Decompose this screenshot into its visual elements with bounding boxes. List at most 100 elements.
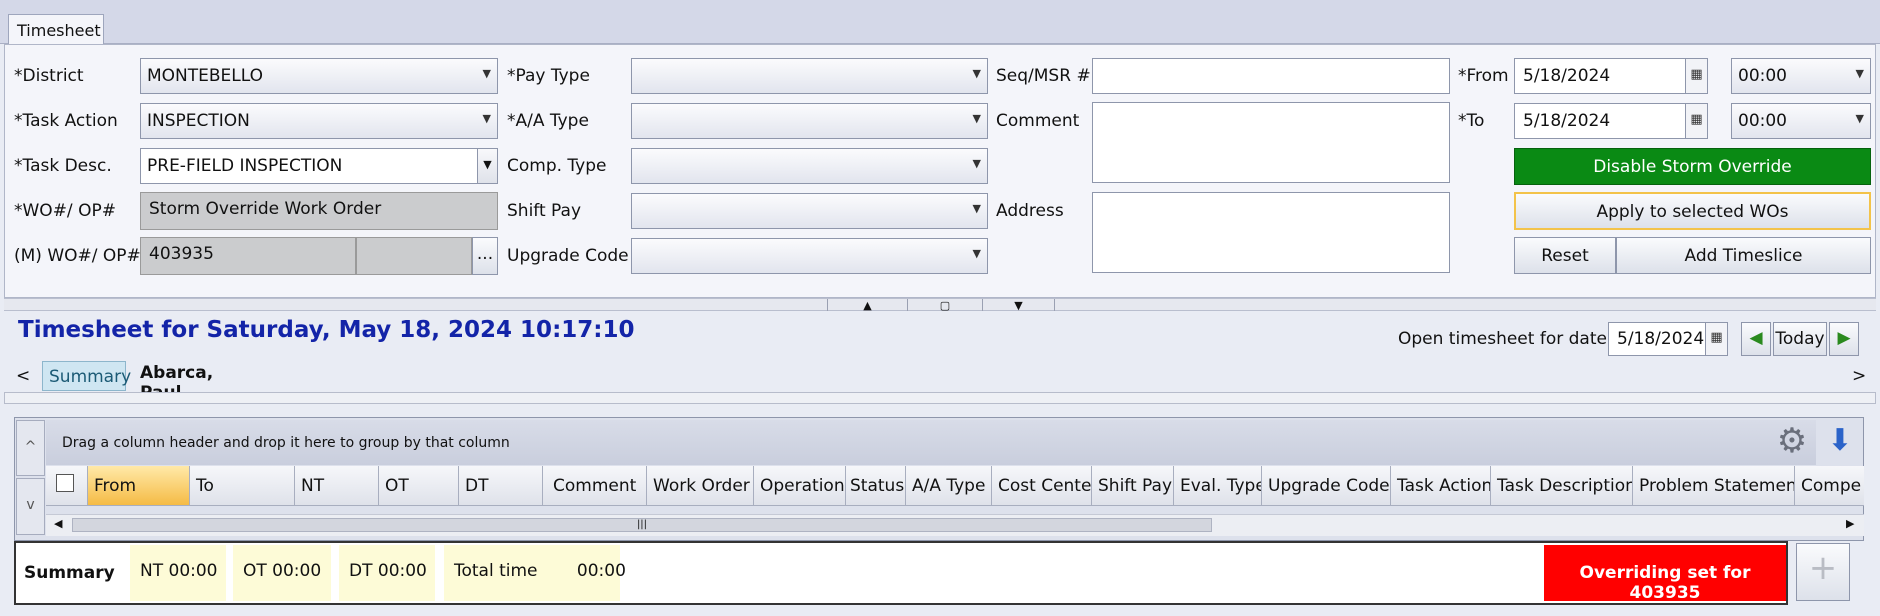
grid-scroll-up-icon[interactable]: ^	[16, 420, 45, 476]
disable-storm-override-button[interactable]: Disable Storm Override	[1514, 148, 1871, 185]
from-time-value: 00:00	[1738, 66, 1787, 86]
calendar-icon[interactable]: ▦	[1685, 104, 1707, 138]
scroll-left-icon[interactable]: ◀	[54, 517, 62, 530]
tab-nav-right[interactable]: >	[1852, 366, 1866, 386]
calendar-icon[interactable]: ▦	[1685, 59, 1707, 93]
to-label: *To	[1458, 111, 1485, 131]
prev-date-icon[interactable]: ◀	[1741, 322, 1771, 356]
chevron-down-icon: ▼	[1855, 67, 1864, 80]
from-date-input[interactable]: 5/18/2024 ▦	[1514, 58, 1708, 94]
col-header-task-description[interactable]: Task Description	[1491, 466, 1633, 506]
chevron-down-icon: ▼	[1855, 112, 1864, 125]
shift-pay-combo[interactable]: ▼	[631, 193, 988, 229]
today-button[interactable]: Today	[1773, 322, 1827, 356]
col-header-aa-type[interactable]: A/A Type	[906, 466, 992, 506]
from-time-combo[interactable]: 00:00 ▼	[1731, 58, 1871, 94]
tab-strip	[0, 0, 1880, 44]
shift-pay-label: Shift Pay	[507, 201, 582, 221]
tab-employee[interactable]: Abarca, Paul	[130, 359, 254, 403]
district-value: MONTEBELLO	[147, 66, 264, 86]
task-action-label: *Task Action	[14, 111, 118, 131]
reset-button[interactable]: Reset	[1514, 237, 1616, 274]
scrollbar-thumb[interactable]: |||	[72, 518, 1212, 532]
open-date-input[interactable]: 5/18/2024 ▦	[1608, 322, 1728, 356]
upgrade-code-label: Upgrade Code	[507, 246, 629, 266]
open-date-value: 5/18/2024	[1617, 329, 1705, 349]
open-date-label: Open timesheet for date:	[1398, 329, 1613, 349]
task-action-value: INSPECTION	[147, 111, 250, 131]
tab-summary[interactable]: Summary	[42, 361, 131, 391]
to-date-input[interactable]: 5/18/2024 ▦	[1514, 103, 1708, 139]
col-header-problem-statement[interactable]: Problem Statement	[1633, 466, 1795, 506]
apply-selected-wos-button[interactable]: Apply to selected WOs	[1514, 192, 1871, 230]
col-header-cost-center[interactable]: Cost Center	[992, 466, 1092, 506]
tab-timesheet[interactable]: Timesheet	[8, 14, 104, 45]
aa-type-label: *A/A Type	[507, 111, 589, 131]
from-date-value: 5/18/2024	[1523, 66, 1611, 86]
export-down-arrow-icon[interactable]: ⬇	[1818, 420, 1862, 464]
district-combo[interactable]: MONTEBELLO ▼	[140, 58, 498, 94]
upgrade-code-combo[interactable]: ▼	[631, 238, 988, 274]
seq-msr-input[interactable]	[1092, 58, 1450, 94]
collapse-up-icon[interactable]: ▲	[827, 299, 907, 312]
tab-content-separator	[4, 392, 1876, 404]
address-textarea[interactable]	[1092, 192, 1450, 273]
col-header-ot[interactable]: OT	[379, 466, 459, 506]
col-header-comment[interactable]: Comment	[543, 466, 647, 506]
scroll-right-icon[interactable]: ▶	[1846, 517, 1854, 530]
restore-icon[interactable]: ▢	[907, 299, 982, 312]
chevron-down-icon: ▼	[972, 247, 981, 260]
col-header-nt[interactable]: NT	[295, 466, 379, 506]
col-header-to[interactable]: To	[190, 466, 295, 506]
task-desc-combo[interactable]: PRE-FIELD INSPECTION ▼	[140, 148, 498, 184]
col-header-operation[interactable]: Operation	[754, 466, 846, 506]
wo-op-label: *WO#/ OP#	[14, 201, 116, 221]
select-all-checkbox-cell[interactable]	[46, 466, 88, 506]
chevron-down-icon: ▼	[972, 202, 981, 215]
calendar-icon[interactable]: ▦	[1705, 323, 1727, 355]
col-header-eval-type[interactable]: Eval. Type	[1174, 466, 1262, 506]
add-row-icon[interactable]: +	[1796, 543, 1850, 601]
col-header-status[interactable]: Status	[846, 466, 906, 506]
task-desc-label: *Task Desc.	[14, 156, 112, 176]
col-header-compe[interactable]: Compe	[1795, 466, 1864, 506]
m-wo-op-label: (M) WO#/ OP#	[14, 246, 141, 266]
chevron-down-icon: ▼	[972, 67, 981, 80]
tab-nav-left[interactable]: <	[16, 366, 30, 386]
col-header-dt[interactable]: DT	[459, 466, 543, 506]
collapse-down-icon[interactable]: ▼	[982, 299, 1055, 312]
col-header-task-action[interactable]: Task Action	[1391, 466, 1491, 506]
select-all-checkbox[interactable]	[56, 474, 74, 492]
next-date-icon[interactable]: ▶	[1829, 322, 1859, 356]
seq-msr-label: Seq/MSR #	[996, 66, 1091, 86]
chevron-down-icon: ▼	[972, 157, 981, 170]
panel-splitter[interactable]: ▲ ▢ ▼	[4, 298, 1876, 312]
summary-total-value: 00:00	[576, 561, 626, 581]
comment-textarea[interactable]	[1092, 102, 1450, 183]
from-label: *From	[1458, 66, 1509, 86]
to-time-value: 00:00	[1738, 111, 1787, 131]
pay-type-combo[interactable]: ▼	[631, 58, 988, 94]
col-header-upgrade-code[interactable]: Upgrade Code	[1262, 466, 1391, 506]
chevron-down-icon: ▼	[482, 67, 491, 80]
summary-ot: OT 00:00	[233, 545, 331, 601]
district-label: *District	[14, 66, 84, 86]
col-header-shift-pay[interactable]: Shift Pay	[1092, 466, 1174, 506]
to-time-combo[interactable]: 00:00 ▼	[1731, 103, 1871, 139]
summary-total-label: Total time	[454, 561, 538, 581]
task-action-combo[interactable]: INSPECTION ▼	[140, 103, 498, 139]
gear-icon[interactable]: ⚙	[1770, 420, 1814, 464]
comp-type-combo[interactable]: ▼	[631, 148, 988, 184]
col-header-from[interactable]: From	[88, 466, 190, 506]
chevron-down-icon[interactable]: ▼	[477, 149, 497, 183]
grid-horizontal-scrollbar[interactable]: ◀ ||| ▶	[46, 514, 1864, 536]
col-header-work-order[interactable]: Work Order	[647, 466, 754, 506]
address-label: Address	[996, 201, 1064, 221]
add-timeslice-button[interactable]: Add Timeslice	[1616, 237, 1871, 274]
m-wo-op-browse-button[interactable]: ...	[472, 237, 498, 275]
group-by-area[interactable]: Drag a column header and drop it here to…	[46, 420, 1816, 465]
chevron-down-icon: ▼	[972, 112, 981, 125]
aa-type-combo[interactable]: ▼	[631, 103, 988, 139]
grid-scroll-down-icon[interactable]: v	[16, 478, 45, 535]
pay-type-label: *Pay Type	[507, 66, 590, 86]
